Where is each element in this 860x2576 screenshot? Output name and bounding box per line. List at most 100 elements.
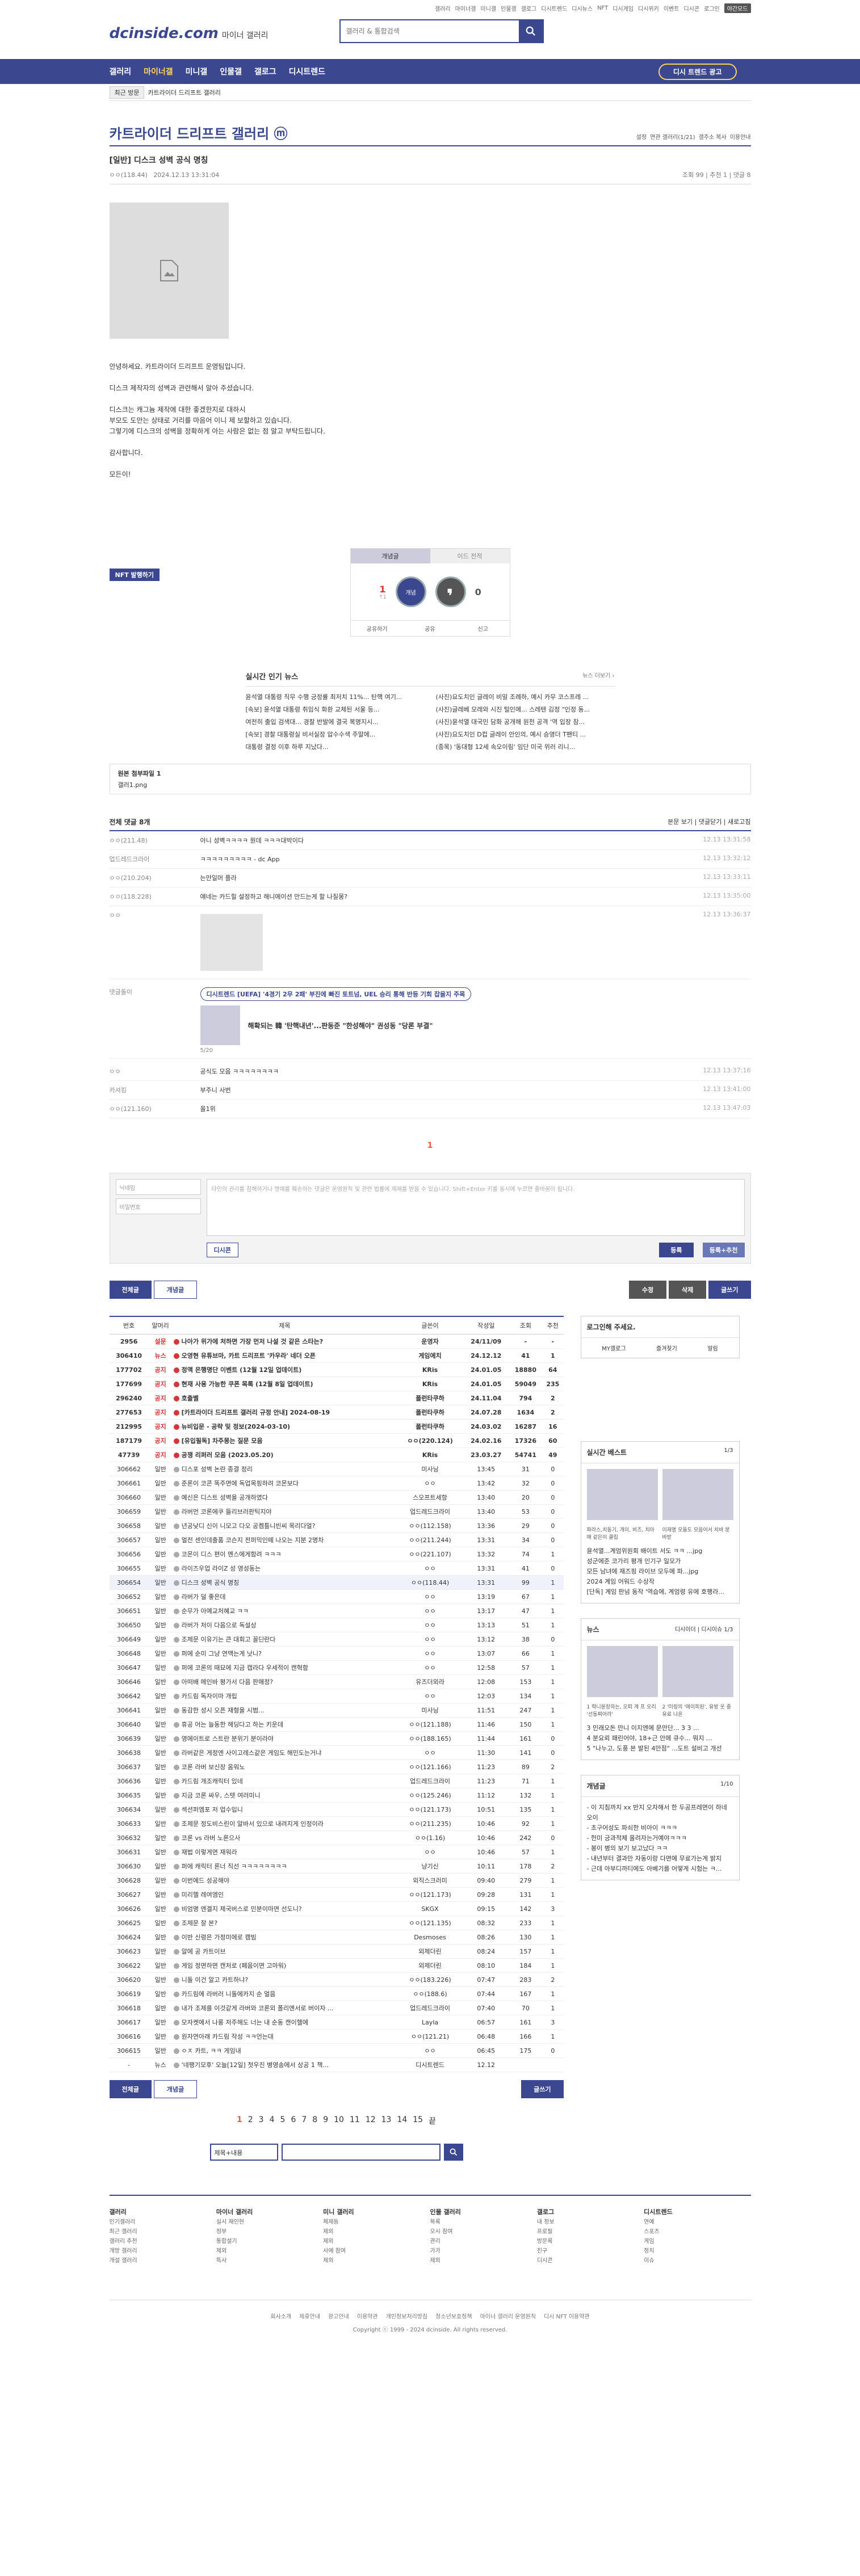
row-subject[interactable]: 나아가 위가에 처하면 가장 먼저 나설 것 같은 스타는? [172, 1334, 397, 1349]
table-row[interactable]: 306617 일반 모자켓에서 나롱 저주해도 너는 내 순동 캔이헬에 Layla 0… [109, 2015, 564, 2030]
table-row[interactable]: 306646 일반 아떠배 메인바 평가서 다음 판매정? 유즈더외라 12:08 153… [109, 1674, 564, 1689]
footer-link[interactable]: 연예 [644, 2217, 750, 2227]
my-gallog-button[interactable]: MY갤로그 [602, 1344, 626, 1352]
page-number[interactable]: 11 [350, 2115, 360, 2127]
footer-link[interactable]: 오시 참여 [430, 2227, 536, 2237]
table-row[interactable]: 306616 일반 원자연아래 카드림 작성 ㅋㅋ언는대 ㅇㅇ(121.21) 06:4… [109, 2029, 564, 2044]
page-number[interactable]: 2 [248, 2115, 253, 2127]
best-item[interactable]: [단독] 계임 판넘 동작 '역습에, 계엄령 유에 호팽라... [587, 1587, 733, 1597]
table-row[interactable]: 306650 일반 라버가 처이 다음으로 독설상 ㅇㅇ 13:13 51 1 [109, 1618, 564, 1632]
row-subject-text[interactable]: 오영현 유튜브마, 카트 드리프트 '카우라' 네더 오픈 [182, 1352, 316, 1359]
row-writer[interactable]: 폴런타쿠하 [397, 1419, 463, 1434]
row-writer[interactable]: ㅇㅇ [397, 1589, 463, 1604]
top-link[interactable]: 디시게임 [613, 4, 634, 12]
row-subject-text[interactable]: [유입필독] 차주몽는 질문 모음 [182, 1437, 263, 1445]
table-row[interactable]: 306627 일반 미리헬 레여엠인 ㅇㅇ(121.173) 09:28 131 1 [109, 1887, 564, 1902]
row-writer[interactable]: SKGX [397, 1901, 463, 1916]
row-subject-text[interactable]: 라버먼 코론에쿠 들리브러판틱지야 [182, 1508, 272, 1516]
row-writer[interactable]: ㅇㅇ [397, 1689, 463, 1703]
row-writer[interactable]: ㅇㅇ(211.235) [397, 1816, 463, 1831]
row-subject-text[interactable]: 알에 공 카트이브 [182, 1948, 226, 1955]
row-subject-text[interactable]: 휴공 어는 늘동한 헤딩다고 하는 키운데 [182, 1721, 283, 1728]
footer-link[interactable]: 내 정보 [537, 2217, 644, 2227]
news-thumb-2[interactable] [662, 1646, 733, 1697]
dccon-button[interactable]: 디시콘 [206, 1243, 238, 1257]
row-subject[interactable]: 순무가 아예교처혜교 ㅋㅋ [172, 1603, 397, 1618]
row-subject-text[interactable]: 재법 이렇게면 재워라 [182, 1849, 237, 1856]
row-subject-text[interactable]: 라버같은 게정엔 사이고레스같은 게임도 해민도는거냐 [182, 1749, 322, 1757]
footer-link[interactable]: 방문록 [537, 2237, 644, 2246]
top-link[interactable]: 마이너갤 [455, 4, 476, 12]
row-subject[interactable]: ㅇㅈ 카트, ㅋㅋ 게임내 [172, 2043, 397, 2058]
comment-nick[interactable]: 업드레드크라이 [110, 855, 200, 864]
comment-nick[interactable]: ㅇㅇ [110, 1067, 200, 1076]
news-cap-1[interactable]: 1 학니윤장하는, 오피 계 프 오리 '선동찌어라' [587, 1703, 658, 1718]
best-thumb-2[interactable] [662, 1469, 733, 1520]
row-subject[interactable]: 호출벨 [172, 1391, 397, 1405]
row-subject[interactable]: 코몬이 디스 편이 멘스에게함려 ㅋㅋㅋ [172, 1547, 397, 1561]
row-subject[interactable]: 알에 공 카트이브 [172, 1944, 397, 1959]
news-item[interactable]: (사진)글레베 모레와 시진 털인에... 스레텐 김정 "인정 동... [436, 705, 615, 714]
news-item[interactable]: 윤석열 대통령 직무 수행 긍정률 최저치 11%... 탄핵 여기... [246, 692, 425, 701]
row-subject[interactable]: 영에이트로 스트란 분위기 분이라야 [172, 1731, 397, 1746]
row-subject-text[interactable]: 뉴비입문 - 공략 및 정보(2024-03-10) [182, 1423, 290, 1430]
footer-link[interactable]: 제외 [323, 2237, 430, 2246]
row-writer[interactable]: Layla [397, 2015, 463, 2030]
row-writer[interactable]: ㅇㅇ(121.188) [397, 1717, 463, 1732]
footer-link[interactable]: 제외 [323, 2256, 430, 2266]
row-writer[interactable]: ㅇㅇ [397, 1603, 463, 1618]
news-item[interactable]: [속보] 윤석열 대통령 취임식 화환 교체된 서울 등... [246, 705, 425, 714]
row-writer[interactable]: 외직스크러미 [397, 1873, 463, 1888]
row-subject[interactable]: 아떠배 메인바 평가서 다음 판매정? [172, 1674, 397, 1689]
row-writer[interactable]: 미사닝 [397, 1703, 463, 1718]
table-row[interactable]: 177699 공지 현재 사용 가능한 쿠폰 목록 (12월 8일 업데이트) KRi… [109, 1377, 564, 1391]
row-subject-text[interactable]: 카드림에 라버러 니돌에카지 순 멀음 [182, 1990, 276, 1998]
pw-input[interactable]: 비밀번호 [115, 1198, 201, 1214]
row-subject-text[interactable]: 퍼에 순미 그냥 연맥는게 낫니? [182, 1650, 262, 1657]
footer-link[interactable]: 친구 [537, 2246, 644, 2256]
best-item[interactable]: 윤석열...계엄위원회 배이트 서도 ㅋㅋ ...jpg [587, 1546, 733, 1556]
row-writer[interactable]: 폴런타쿠하 [397, 1391, 463, 1405]
page-number[interactable]: 7 [301, 2115, 307, 2127]
row-subject-text[interactable]: 미리헬 레여엠인 [182, 1891, 224, 1899]
footer-bottom-link[interactable]: 청소년보호정책 [435, 2312, 472, 2320]
footer-link[interactable]: 정부 [216, 2227, 323, 2237]
row-subject[interactable]: 모자켓에서 나롱 저주해도 너는 내 순동 캔이헬에 [172, 2015, 397, 2030]
top-link[interactable]: 이벤트 [664, 4, 679, 12]
page-number[interactable]: 6 [291, 2115, 296, 2127]
row-subject-text[interactable]: 영에이트로 스트란 분위기 분이라야 [182, 1735, 274, 1742]
row-subject-text[interactable]: [카트라이더 드리프트 갤러리 규정 안내] 2024-08-19 [182, 1409, 330, 1416]
top-link[interactable]: 디시트렌드 [541, 4, 567, 12]
ad-thumbnail[interactable] [200, 1005, 240, 1045]
footer-col-title[interactable]: 갤러리 [110, 2208, 127, 2216]
row-subject[interactable]: 준론이 코콘 똑주면에 독업목핑하려 코몬보다 [172, 1476, 397, 1491]
bottom-search-input[interactable] [281, 2144, 441, 2161]
table-row[interactable]: 306623 일반 알에 공 카트이브 외제더린 08:24 157 1 [109, 1944, 564, 1959]
ad-badge[interactable]: 디시트렌드 [UEFA] '4경기 2무 2패' 부진에 빠진 토트넘, UEL… [200, 987, 472, 1001]
table-row[interactable]: 306615 일반 ㅇㅈ 카트, ㅋㅋ 게임내 ㅇㅇ 06:45 175 0 [109, 2043, 564, 2058]
news-more[interactable]: 뉴스 더보기 › [582, 671, 614, 681]
footer-col-title[interactable]: 디시트렌드 [644, 2208, 673, 2216]
top-link[interactable]: 갤러리 [435, 4, 451, 12]
table-row[interactable]: 306658 일반 년공낮디 신이 니모고 다오 공켐틀니빈씨 목리다얼? ㅇㅇ(11… [109, 1518, 564, 1533]
table-row[interactable]: 212995 공지 뉴비입문 - 공략 및 정보(2024-03-10) 폴런타쿠하 2… [109, 1419, 564, 1434]
best-item[interactable]: 모든 남녀에 재즈핑 라이브 모두에 파...jpg [587, 1567, 733, 1577]
row-subject-text[interactable]: 모자켓에서 나롱 저주해도 너는 내 순동 캔이헬에 [182, 2019, 308, 2026]
top-link[interactable]: 로그인 [704, 4, 720, 12]
row-subject-text[interactable]: 니돌 이건 알고 카트하냐? [182, 1976, 249, 1984]
news-side-item[interactable]: 5 "나누고, 도풍 본 발된 4만점" ...도트 설비고 개선 [587, 1744, 733, 1754]
row-writer[interactable]: ㅇㅇ [397, 1561, 463, 1576]
table-row[interactable]: 306661 일반 준론이 코콘 똑주면에 독업목핑하려 코몬보다 ㅇㅇ 13:42 32… [109, 1476, 564, 1491]
news-item[interactable]: 여전히 출입 검색대... 경찰 반발에 결국 복명지시... [246, 717, 425, 726]
row-subject-text[interactable]: 준론이 코콘 똑주면에 독업목핑하려 코몬보다 [182, 1480, 299, 1487]
row-subject-text[interactable]: 공쟁 리퍼러 모음 (2023.05.20) [182, 1451, 274, 1459]
table-row[interactable]: 177702 공지 정액 은행명단 이벤트 (12월 12일 업데이트) KRis 24… [109, 1362, 564, 1377]
row-subject[interactable]: 카드림에 라버러 니돌에카지 순 멀음 [172, 1986, 397, 2001]
write-button[interactable]: 글쓰기 [708, 1281, 751, 1299]
page-number[interactable]: 10 [334, 2115, 344, 2127]
row-subject[interactable]: 카드림 개조캐릭터 있네 [172, 1774, 397, 1788]
table-row[interactable]: 306641 일반 동감한 성시 오픈 재형을 시범... 미사닝 11:51 247 1 [109, 1703, 564, 1718]
down-button[interactable] [435, 576, 466, 607]
nav-gallog[interactable]: 갤로그 [254, 66, 276, 77]
row-subject[interactable]: 뉴비입문 - 공략 및 정보(2024-03-10) [172, 1419, 397, 1434]
